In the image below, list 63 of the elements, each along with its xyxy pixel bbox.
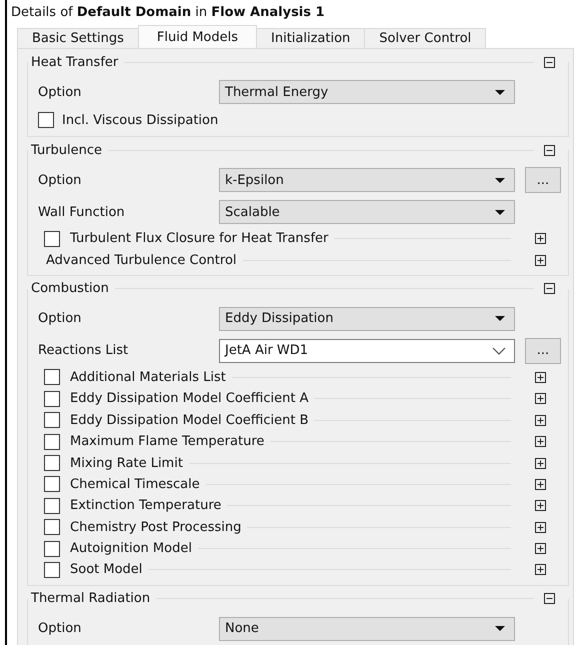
caret-icon <box>494 208 506 216</box>
expand-icon[interactable] <box>535 478 546 490</box>
dropdown[interactable]: None <box>219 616 515 641</box>
collapse-icon[interactable] <box>544 283 555 294</box>
dropdown[interactable]: Eddy Dissipation <box>219 306 515 331</box>
field-label: Option <box>37 172 82 188</box>
collapse-icon[interactable] <box>544 144 555 156</box>
caret-icon <box>494 176 506 184</box>
subsection-title: Eddy Dissipation Model Coefficient A <box>68 391 314 406</box>
expand-icon[interactable] <box>535 543 546 554</box>
checkbox[interactable] <box>44 498 60 514</box>
section-title: Combustion <box>31 281 110 296</box>
checkbox-label: Incl. Viscous Dissipation <box>62 112 218 128</box>
field-label: Option <box>37 311 82 326</box>
expand-icon[interactable] <box>535 458 546 469</box>
tab[interactable]: Fluid Models <box>138 25 258 48</box>
section-title: Thermal Radiation <box>31 591 152 606</box>
tab[interactable]: Solver Control <box>364 28 486 48</box>
caret-icon <box>494 625 506 632</box>
section-title: Heat Transfer <box>31 54 120 70</box>
dropdown[interactable]: Thermal Energy <box>219 80 515 104</box>
subsection-title: Extinction Temperature <box>68 498 228 514</box>
expand-icon[interactable] <box>535 564 546 576</box>
more-button[interactable]: ... <box>525 167 561 193</box>
expand-icon[interactable] <box>535 522 546 533</box>
expand-icon[interactable] <box>535 233 546 244</box>
checkbox[interactable] <box>44 476 60 492</box>
section-title: Turbulence <box>31 142 104 158</box>
expand-icon[interactable] <box>535 414 546 426</box>
panel-title: Details of Default Domain in Flow Analysis 1 <box>10 4 326 22</box>
checkbox[interactable] <box>38 112 54 128</box>
field-label: Option <box>37 621 82 636</box>
subsection-title: Chemistry Post Processing <box>68 520 248 535</box>
chevron-icon <box>492 346 506 355</box>
tab[interactable]: Initialization <box>256 28 366 48</box>
field-label: Option <box>37 84 82 100</box>
checkbox[interactable] <box>44 455 60 472</box>
checkbox[interactable] <box>44 369 60 386</box>
caret-icon <box>494 315 506 322</box>
checkbox[interactable] <box>44 562 60 578</box>
caret-icon <box>494 88 506 96</box>
expand-icon[interactable] <box>535 500 546 512</box>
checkbox[interactable] <box>44 519 60 536</box>
checkbox[interactable] <box>44 434 60 450</box>
combo-box[interactable]: JetA Air WD1 <box>219 338 515 363</box>
expand-icon[interactable] <box>535 436 546 448</box>
checkbox[interactable] <box>44 230 60 247</box>
expand-icon[interactable] <box>535 372 546 383</box>
subsection-title: Maximum Flame Temperature <box>68 434 270 450</box>
field-label: Wall Function <box>37 204 126 220</box>
subsection-title: Eddy Dissipation Model Coefficient B <box>68 412 314 428</box>
expand-icon[interactable] <box>535 393 546 404</box>
checkbox[interactable] <box>44 540 60 557</box>
tab[interactable]: Basic Settings <box>17 28 139 48</box>
collapse-icon[interactable] <box>544 593 555 604</box>
collapse-icon[interactable] <box>544 56 555 68</box>
more-button[interactable]: ... <box>525 338 561 364</box>
checkbox[interactable] <box>44 390 60 407</box>
expand-icon[interactable] <box>535 254 546 266</box>
dropdown[interactable]: Scalable <box>219 200 515 224</box>
dropdown[interactable]: k-Epsilon <box>219 168 515 192</box>
field-label: Reactions List <box>37 343 130 358</box>
checkbox[interactable] <box>44 412 60 428</box>
